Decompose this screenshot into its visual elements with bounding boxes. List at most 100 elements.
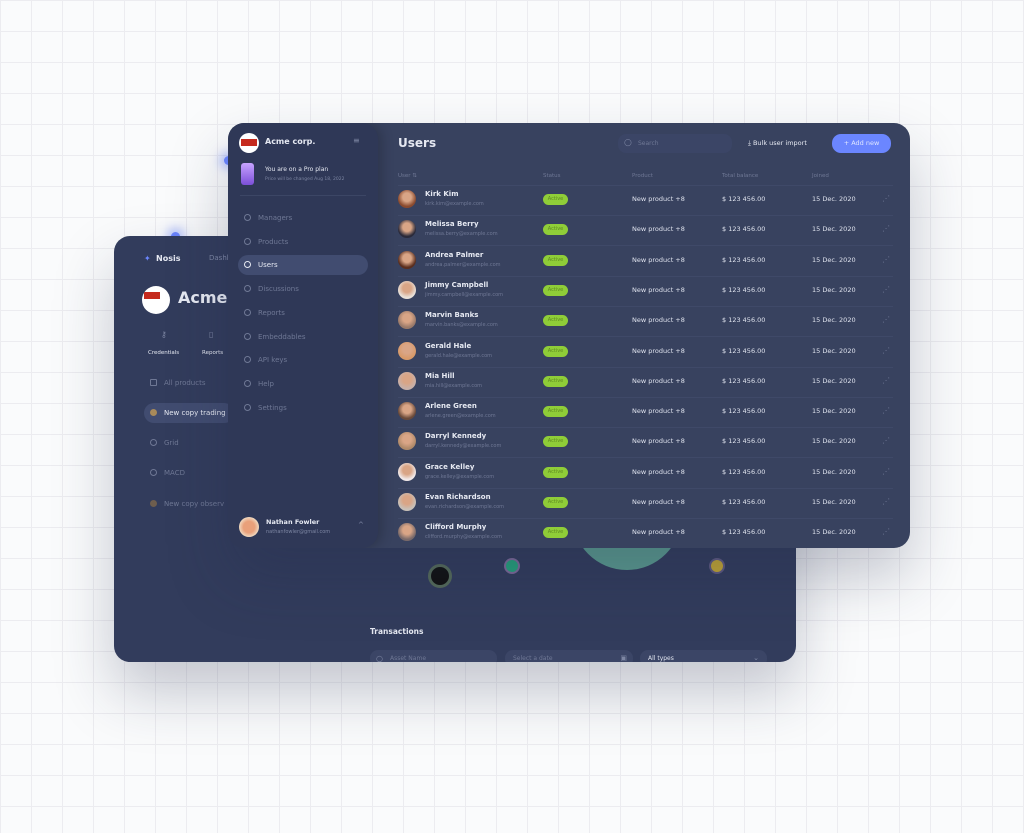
solana-coin-icon xyxy=(428,564,452,588)
user-name: Mia Hill xyxy=(425,371,455,380)
more-options-icon[interactable]: ⋰ xyxy=(882,346,890,355)
user-email: kirk.kim@example.com xyxy=(425,201,484,207)
search-input[interactable]: ○ Search xyxy=(618,134,732,153)
column-total-balance[interactable]: Total balance xyxy=(722,173,758,179)
more-options-icon[interactable]: ⋰ xyxy=(882,194,890,203)
table-row[interactable]: Melissa Berry melissa.berry@example.com … xyxy=(398,216,893,247)
nav-icon xyxy=(244,403,251,411)
more-options-icon[interactable]: ⋰ xyxy=(882,224,890,233)
joined-cell: 15 Dec. 2020 xyxy=(812,285,856,294)
table-row[interactable]: Mia Hill mia.hill@example.com Active New… xyxy=(398,368,893,398)
collapse-menu-icon[interactable]: ≡ xyxy=(353,136,360,145)
sidebar-item-users[interactable]: Users xyxy=(238,255,368,276)
add-new-button[interactable]: + Add new xyxy=(832,134,891,153)
product-cell: New product +8 xyxy=(632,285,685,294)
avatar xyxy=(398,220,416,239)
credentials-button[interactable]: Credentials xyxy=(148,350,179,356)
sidebar-item-managers[interactable]: Managers xyxy=(238,208,368,228)
sidebar-item-label: Embeddables xyxy=(258,332,306,341)
user-name: Andrea Palmer xyxy=(425,250,484,259)
table-row[interactable]: Arlene Green arlene.green@example.com Ac… xyxy=(398,398,893,429)
product-cell: New product +8 xyxy=(632,467,685,476)
table-row[interactable]: Marvin Banks marvin.banks@example.com Ac… xyxy=(398,307,893,338)
table-row[interactable]: Jimmy Campbell jimmy.campbell@example.co… xyxy=(398,277,893,307)
more-options-icon[interactable]: ⋰ xyxy=(882,436,890,445)
nav-grid[interactable]: Grid xyxy=(144,433,234,453)
balance-cell: $ 123 456.00 xyxy=(722,195,766,203)
user-name: Kirk Kim xyxy=(425,190,459,198)
sidebar-item-label: Reports xyxy=(258,308,285,317)
bulk-import-button[interactable]: ⤓ Bulk user import xyxy=(748,139,807,148)
sidebar-item-reports[interactable]: Reports xyxy=(238,303,368,323)
plan-title: You are on a Pro plan xyxy=(265,166,329,173)
date-picker[interactable]: Select a date ▣ xyxy=(505,650,633,662)
balance-cell: $ 123 456.00 xyxy=(722,467,766,476)
more-options-icon[interactable]: ⋰ xyxy=(882,497,890,506)
asset-name-input[interactable]: ○ Asset Name xyxy=(370,650,497,662)
nav-new-copy-observ[interactable]: New copy observ xyxy=(144,494,234,514)
coin-icon xyxy=(150,409,157,416)
calendar-icon: ▣ xyxy=(620,654,627,662)
more-options-icon[interactable]: ⋰ xyxy=(882,467,890,476)
avatar xyxy=(398,462,416,481)
column-status[interactable]: Status xyxy=(543,173,561,179)
sidebar-item-help[interactable]: Help xyxy=(238,374,368,394)
status-badge: Active xyxy=(543,224,568,236)
sidebar-item-discussions[interactable]: Discussions xyxy=(238,279,368,299)
sidebar-item-api-keys[interactable]: API keys xyxy=(238,350,368,370)
more-options-icon[interactable]: ⋰ xyxy=(882,285,890,294)
balance-cell: $ 123 456.00 xyxy=(722,528,766,537)
nav-icon xyxy=(244,308,251,316)
brand-name: Nosis xyxy=(156,254,181,263)
avatar xyxy=(398,190,416,208)
user-avatar xyxy=(239,517,259,537)
table-row[interactable]: Andrea Palmer andrea.palmer@example.com … xyxy=(398,247,893,277)
column-user[interactable]: User ⇅ xyxy=(398,173,417,179)
type-select[interactable]: All types ⌄ xyxy=(640,650,767,662)
joined-cell: 15 Dec. 2020 xyxy=(812,225,856,234)
more-options-icon[interactable]: ⋰ xyxy=(882,406,890,415)
sidebar-item-embeddables[interactable]: Embeddables xyxy=(238,327,368,347)
column-product[interactable]: Product xyxy=(632,173,653,179)
reports-button[interactable]: Reports xyxy=(202,350,223,356)
product-cell: New product +8 xyxy=(632,316,685,325)
table-row[interactable]: Grace Kelley grace.kelley@example.com Ac… xyxy=(398,459,893,489)
sidebar-item-settings[interactable]: Settings xyxy=(238,398,368,418)
key-icon: ⚷ xyxy=(161,330,167,339)
avatar xyxy=(398,280,416,299)
more-options-icon[interactable]: ⋰ xyxy=(882,255,890,264)
table-row[interactable]: Kirk Kim kirk.kim@example.com Active New… xyxy=(398,186,893,216)
table-row[interactable]: Gerald Hale gerald.hale@example.com Acti… xyxy=(398,338,893,368)
nav-all-products[interactable]: All products xyxy=(144,373,234,393)
user-email: arlene.green@example.com xyxy=(425,413,496,420)
joined-cell: 15 Dec. 2020 xyxy=(812,346,856,355)
search-icon: ○ xyxy=(376,654,383,662)
sidebar-item-label: Managers xyxy=(258,214,293,222)
sidebar-item-products[interactable]: Products xyxy=(238,232,368,252)
product-cell: New product +8 xyxy=(632,498,685,506)
product-cell: New product +8 xyxy=(632,225,685,234)
user-name: Marvin Banks xyxy=(425,311,479,320)
table-row[interactable]: Evan Richardson evan.richardson@example.… xyxy=(398,489,893,519)
balance-cell: $ 123 456.00 xyxy=(722,437,766,446)
joined-cell: 15 Dec. 2020 xyxy=(812,437,856,446)
user-email: darryl.kennedy@example.com xyxy=(425,443,502,450)
column-joined[interactable]: Joined xyxy=(812,173,829,179)
avatar xyxy=(398,311,416,330)
product-cell: New product +8 xyxy=(632,407,685,416)
user-email: melissa.berry@example.com xyxy=(425,231,498,238)
user-name: Arlene Green xyxy=(425,402,477,411)
table-row[interactable]: Darryl Kennedy darryl.kennedy@example.co… xyxy=(398,428,893,459)
table-row[interactable]: Clifford Murphy clifford.murphy@example.… xyxy=(398,519,893,548)
more-options-icon[interactable]: ⋰ xyxy=(882,376,890,385)
nav-macd[interactable]: MACD xyxy=(144,463,234,483)
nav-new-copy-trading[interactable]: New copy trading xyxy=(144,403,234,423)
user-name: Clifford Murphy xyxy=(425,523,487,532)
user-email: gerald.hale@example.com xyxy=(425,352,493,359)
chevron-up-icon[interactable]: ^ xyxy=(358,521,364,529)
more-options-icon[interactable]: ⋰ xyxy=(882,315,890,324)
status-badge: Active xyxy=(543,315,568,327)
more-options-icon[interactable]: ⋰ xyxy=(882,527,890,536)
transactions-title: Transactions xyxy=(370,627,424,636)
joined-cell: 15 Dec. 2020 xyxy=(812,528,856,537)
